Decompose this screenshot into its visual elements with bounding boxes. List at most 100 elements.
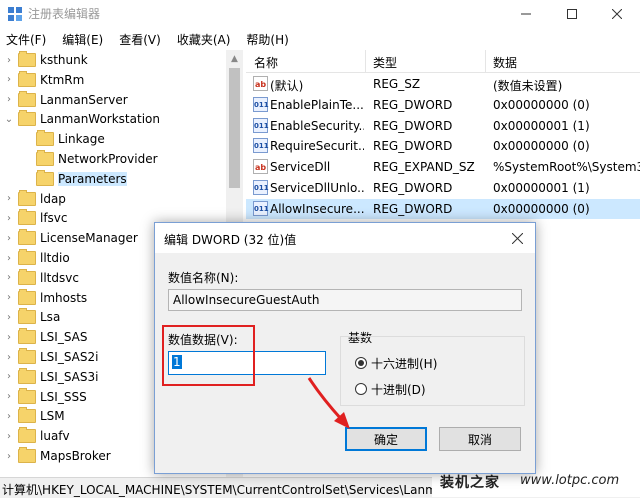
chevron-right-icon[interactable]: › [4, 94, 14, 105]
radio-decimal[interactable] [355, 383, 367, 395]
value-name-field[interactable]: AllowInsecureGuestAuth [168, 289, 522, 311]
binary-value-icon: 011 [253, 117, 269, 133]
tree-item-parameters[interactable]: Parameters [22, 169, 127, 189]
radio-hex-label[interactable]: 十六进制(H) [371, 355, 437, 372]
tree-item-lltdsvc[interactable]: › lltdsvc [4, 268, 79, 288]
folder-icon [18, 209, 36, 226]
ok-button[interactable]: 确定 [345, 427, 427, 451]
annotation-highlight-box [162, 325, 255, 386]
column-header-type[interactable]: 类型 [373, 54, 397, 71]
tree-item-lsm[interactable]: › LSM [4, 406, 65, 426]
chevron-right-icon[interactable]: › [4, 451, 14, 462]
chevron-right-icon[interactable]: › [4, 292, 14, 303]
value-row[interactable]: 011 EnableSecurity... REG_DWORD 0x00000001 … [246, 116, 640, 136]
maximize-icon [567, 9, 577, 19]
column-header-data[interactable]: 数据 [493, 54, 517, 71]
tree-item-lsi-sas2i[interactable]: › LSI_SAS2i [4, 347, 98, 367]
tree-item-lanmanworkstation[interactable]: ⌄ LanmanWorkstation [4, 109, 160, 129]
value-row[interactable]: ab ServiceDll REG_EXPAND_SZ %SystemRoot%\Sy… [246, 157, 640, 177]
tree-item-lsi-sss[interactable]: › LSI_SSS [4, 387, 87, 407]
tree-item-mapsbroker[interactable]: › MapsBroker [4, 446, 111, 466]
minimize-icon [521, 13, 531, 15]
column-divider[interactable] [365, 50, 366, 72]
close-button[interactable] [594, 0, 640, 28]
chevron-right-icon[interactable]: › [4, 55, 14, 66]
column-header-name[interactable]: 名称 [254, 54, 278, 71]
value-row[interactable]: 011 EnablePlainTe... REG_DWORD 0x00000000 (… [246, 95, 640, 115]
value-row[interactable]: ab (默认) REG_SZ (数值未设置) [246, 74, 640, 94]
close-icon [511, 232, 523, 244]
chevron-right-icon[interactable]: › [4, 272, 14, 283]
value-row[interactable]: 011 ServiceDllUnlo... REG_DWORD 0x00000001 … [246, 178, 640, 198]
tree-scrollbar-thumb[interactable] [229, 68, 240, 188]
chevron-right-icon[interactable]: › [4, 213, 14, 224]
maximize-button[interactable] [549, 0, 595, 28]
tree-item-lmhosts[interactable]: › lmhosts [4, 288, 87, 308]
chevron-right-icon[interactable]: › [4, 74, 14, 85]
value-data-cell: 0x00000000 (0) [493, 97, 590, 112]
column-divider[interactable] [485, 50, 486, 72]
value-data-cell: 0x00000001 (1) [493, 118, 590, 133]
tree-item-networkprovider[interactable]: NetworkProvider [22, 149, 158, 169]
watermark-url: www.lotpc.com [520, 473, 620, 488]
tree-item-label: lfsvc [40, 211, 68, 226]
tree-item-label: luafv [40, 429, 70, 444]
tree-item-lanmanserver[interactable]: › LanmanServer [4, 90, 128, 110]
tree-item-lsa[interactable]: › Lsa [4, 307, 60, 327]
tree-item-licensemanager[interactable]: › LicenseManager [4, 228, 138, 248]
value-data-cell: %SystemRoot%\System32 [493, 160, 640, 175]
value-row[interactable]: 011 RequireSecurit... REG_DWORD 0x00000000 … [246, 136, 640, 156]
menu-favorites[interactable]: 收藏夹(A) [171, 31, 237, 48]
menu-file[interactable]: 文件(F) [0, 31, 52, 48]
value-type-cell: REG_DWORD [373, 181, 453, 195]
chevron-right-icon[interactable]: › [4, 371, 14, 382]
value-type-cell: REG_DWORD [373, 201, 453, 216]
chevron-right-icon[interactable]: › [4, 233, 14, 244]
tree-item-ldap[interactable]: › ldap [4, 189, 66, 209]
value-name-cell: AllowInsecure... [270, 201, 364, 216]
chevron-right-icon[interactable]: › [4, 431, 14, 442]
radio-hex[interactable] [355, 357, 367, 369]
window-title: 注册表编辑器 [28, 7, 101, 21]
folder-icon [18, 328, 36, 345]
value-name-label: 数值名称(N): [168, 271, 239, 285]
menu-view[interactable]: 查看(V) [113, 31, 167, 48]
cancel-button[interactable]: 取消 [439, 427, 521, 451]
chevron-right-icon[interactable]: › [4, 193, 14, 204]
tree-item-lfsvc[interactable]: › lfsvc [4, 208, 68, 228]
chevron-down-icon[interactable]: ⌄ [4, 114, 14, 125]
chevron-right-icon[interactable]: › [4, 411, 14, 422]
radio-decimal-label[interactable]: 十进制(D) [371, 381, 426, 398]
chevron-right-icon[interactable]: › [4, 352, 14, 363]
chevron-right-icon[interactable]: › [4, 312, 14, 323]
tree-item-ktmrm[interactable]: › KtmRm [4, 70, 84, 90]
tree-item-ksthunk[interactable]: › ksthunk [4, 50, 88, 70]
dialog-close-button[interactable] [505, 227, 529, 249]
tree-item-lltdio[interactable]: › lltdio [4, 248, 70, 268]
folder-icon [36, 150, 54, 166]
binary-value-icon: 011 [253, 200, 269, 216]
folder-icon [18, 189, 36, 206]
value-type-cell: REG_DWORD [373, 139, 453, 154]
minimize-button[interactable] [503, 0, 549, 28]
folder-icon [18, 447, 36, 463]
binary-value-icon: 011 [253, 138, 269, 154]
chevron-right-icon[interactable]: › [4, 332, 14, 343]
tree-item-lsi-sas3i[interactable]: › LSI_SAS3i [4, 367, 98, 387]
tree-item-label: LSI_SAS2i [40, 350, 99, 364]
folder-icon [18, 308, 36, 325]
menu-help[interactable]: 帮助(H) [240, 31, 294, 48]
tree-item-label: NetworkProvider [58, 152, 158, 166]
folder-icon [18, 70, 36, 87]
chevron-right-icon[interactable]: › [4, 391, 14, 402]
menu-edit[interactable]: 编辑(E) [56, 31, 109, 48]
value-name-cell: ServiceDll [270, 160, 331, 175]
value-row[interactable]: 011 AllowInsecure... REG_DWORD 0x00000000 (… [246, 198, 640, 219]
scroll-up-arrow-icon[interactable]: ▲ [226, 50, 243, 67]
folder-icon [18, 348, 36, 364]
tree-item-lsi-sas[interactable]: › LSI_SAS [4, 327, 88, 347]
tree-item-luafv[interactable]: › luafv [4, 426, 70, 446]
chevron-right-icon[interactable]: › [4, 253, 14, 264]
tree-item-linkage[interactable]: Linkage [22, 129, 105, 149]
tree-item-label: Parameters [58, 171, 127, 186]
